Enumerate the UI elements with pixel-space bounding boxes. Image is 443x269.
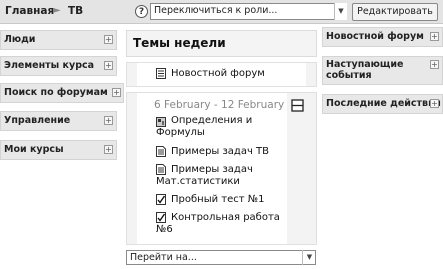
expand-plus-icon[interactable]: +	[430, 60, 439, 69]
item-control-work-line2[interactable]: №6	[156, 224, 173, 236]
block-my-courses-title: Мои курсы	[4, 144, 64, 155]
expand-plus-icon[interactable]: +	[104, 145, 113, 154]
expand-plus-icon[interactable]: +	[430, 32, 439, 41]
block-people-title: Люди	[4, 34, 36, 45]
breadcrumb-separator: ►	[53, 5, 61, 16]
news-forum-link[interactable]: Новостной форум	[171, 68, 265, 80]
expand-plus-icon[interactable]: +	[104, 35, 113, 44]
jump-to-select[interactable]: Перейти на...	[126, 250, 316, 265]
section-left-gutter	[127, 93, 137, 244]
item-practice-test[interactable]: Пробный тест №1	[171, 194, 265, 206]
item-stat-examples-line2[interactable]: Мат.статистики	[156, 176, 240, 188]
chevron-down-icon[interactable]: ▼	[334, 3, 347, 20]
edit-button[interactable]: Редактировать	[352, 3, 438, 21]
quiz-icon	[156, 212, 166, 223]
section-right-gutter	[287, 93, 316, 244]
expand-plus-icon[interactable]: +	[104, 116, 113, 125]
item-control-work-line1[interactable]: Контрольная работа	[171, 212, 280, 224]
quiz-icon	[156, 194, 166, 205]
page-icon	[156, 146, 166, 157]
help-icon[interactable]: ?	[135, 5, 148, 18]
block-recent-activity-title: Последние действия	[326, 98, 441, 109]
expand-plus-icon[interactable]: +	[112, 88, 121, 97]
switch-role-select[interactable]: Переключиться к роли...	[150, 3, 347, 20]
block-administration-title: Управление	[4, 115, 71, 126]
breadcrumb-home-link[interactable]: Главная	[5, 5, 54, 17]
section-dates: 6 February - 12 February	[154, 99, 285, 111]
item-stat-examples-line1[interactable]: Примеры задач	[171, 164, 253, 176]
page-icon	[156, 164, 166, 175]
page-title: Темы недели	[133, 36, 226, 50]
item-definitions-line2[interactable]: Формулы	[156, 127, 205, 139]
section-left-gutter	[127, 63, 137, 86]
chevron-down-icon[interactable]: ▼	[302, 250, 316, 265]
block-upcoming-events-title-line1: Наступающие	[326, 59, 404, 70]
block-news-forum-title: Новостной форум	[326, 31, 424, 42]
forum-icon	[156, 68, 166, 79]
item-definitions-line1[interactable]: Определения и	[171, 115, 252, 127]
breadcrumb-current: ТВ	[68, 5, 84, 17]
show-only-section-icon[interactable]	[291, 99, 304, 112]
block-activities-title: Элементы курса	[4, 60, 95, 71]
block-forum-search-title: Поиск по форумам	[4, 87, 108, 98]
section-right-gutter	[306, 63, 316, 86]
expand-plus-icon[interactable]: +	[430, 99, 439, 108]
expand-plus-icon[interactable]: +	[104, 61, 113, 70]
resource-icon	[156, 117, 166, 127]
block-upcoming-events-title-line2: события	[326, 70, 372, 81]
item-tv-examples[interactable]: Примеры задач ТВ	[171, 146, 269, 158]
